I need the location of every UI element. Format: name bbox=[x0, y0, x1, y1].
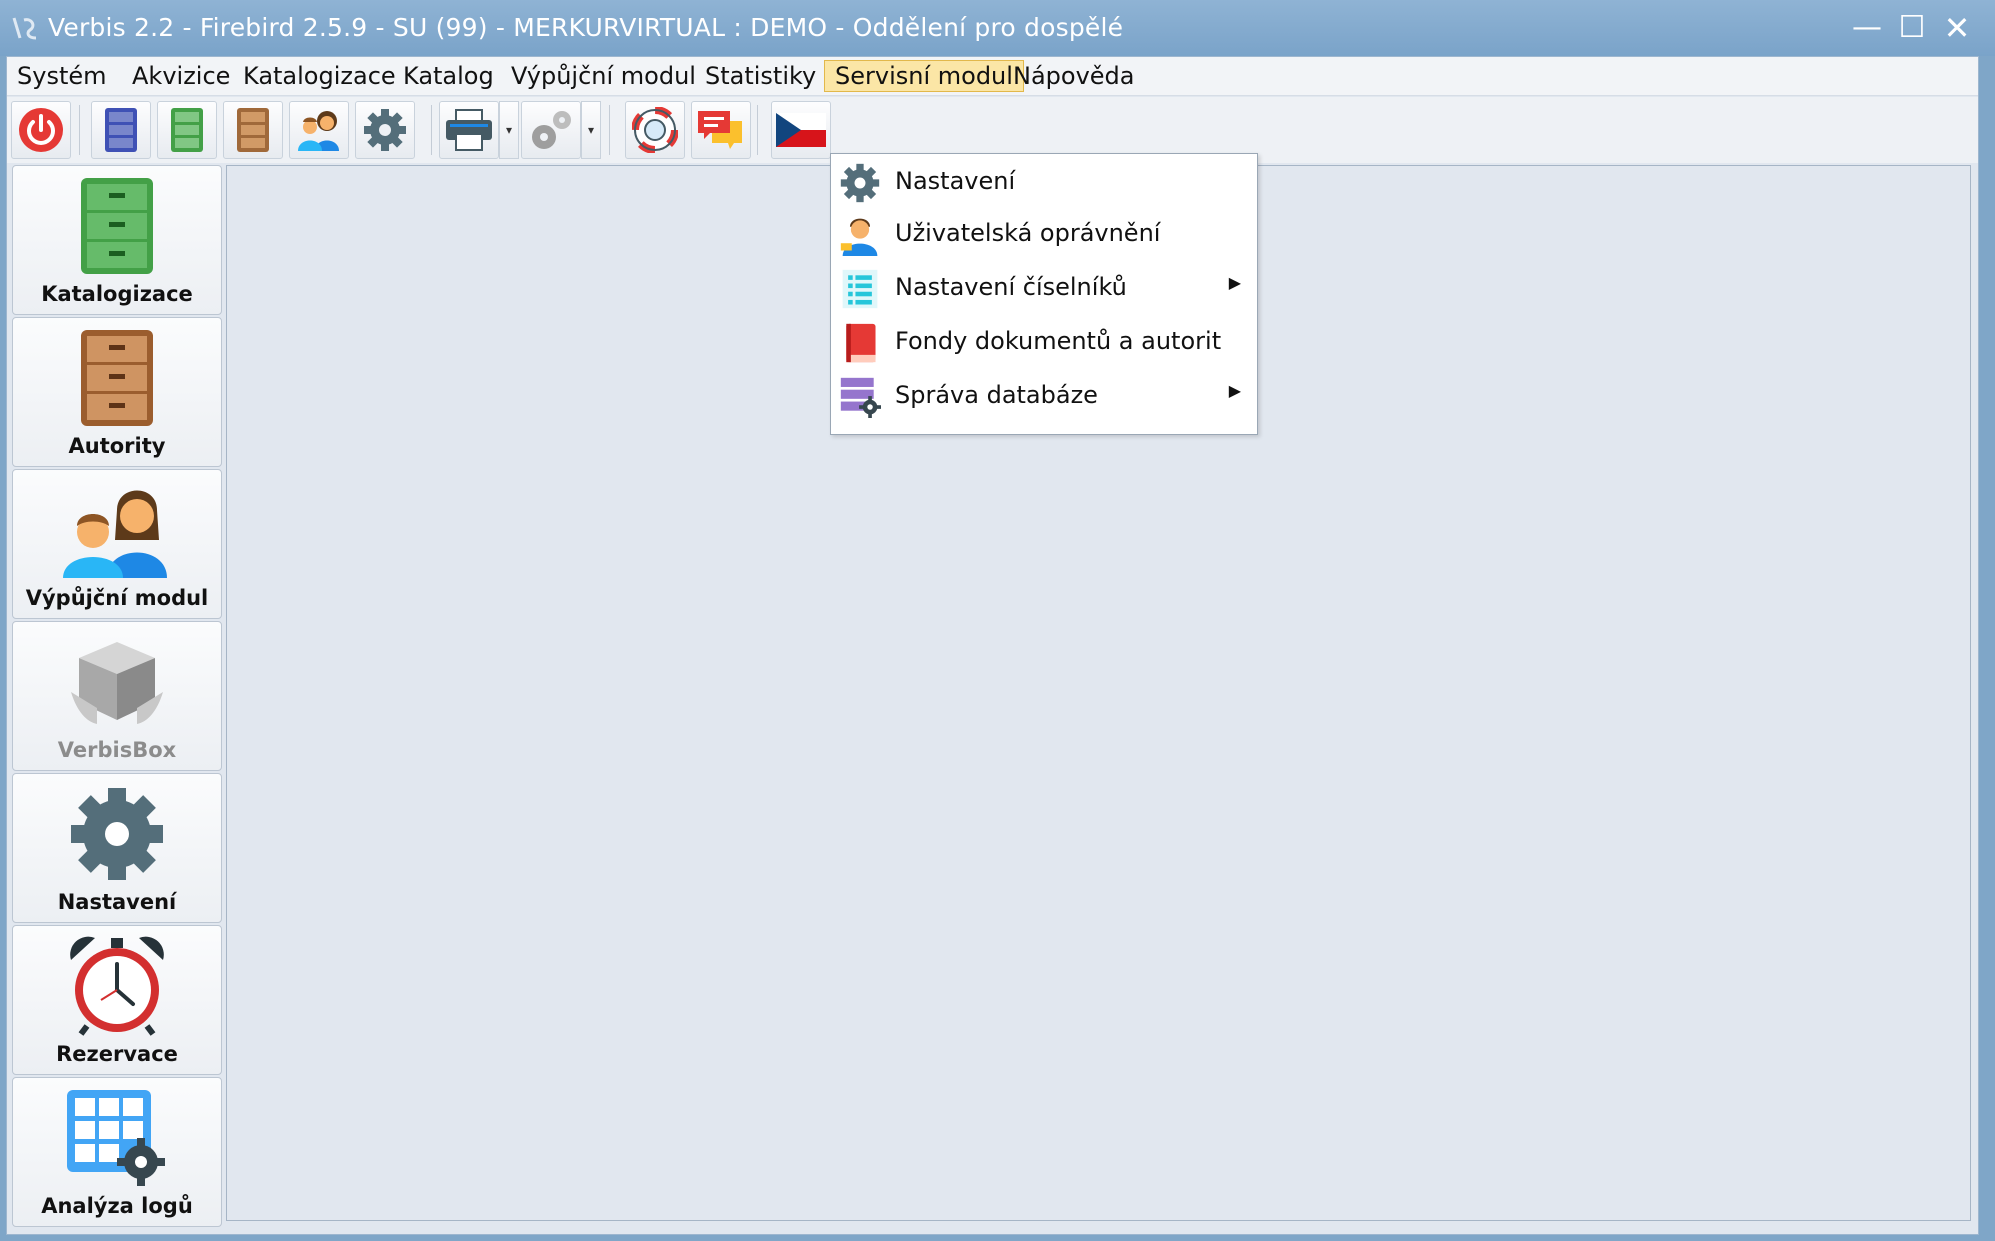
gear-icon bbox=[364, 109, 406, 151]
toolbar-separator bbox=[757, 105, 758, 155]
alarm-clock-icon bbox=[70, 936, 164, 1036]
nav-rezervace[interactable]: Rezervace bbox=[12, 925, 222, 1075]
nav-label: Autority bbox=[68, 434, 166, 458]
language-button[interactable] bbox=[771, 101, 831, 159]
nav-label: VerbisBox bbox=[57, 738, 177, 762]
menu-statistiky[interactable]: Statistiky bbox=[695, 61, 826, 91]
menu-katalogizace[interactable]: Katalogizace bbox=[233, 61, 406, 91]
menu-katalog[interactable]: Katalog bbox=[393, 61, 504, 91]
green-cabinet-button[interactable] bbox=[157, 101, 217, 159]
app-logo-icon bbox=[12, 17, 37, 40]
printer-icon bbox=[446, 109, 492, 151]
close-button[interactable]: ✕ bbox=[1937, 10, 1977, 46]
green-cabinet-icon bbox=[171, 108, 203, 152]
help-button[interactable] bbox=[625, 101, 685, 159]
list-icon bbox=[842, 269, 878, 309]
nav-vypujcni-modul[interactable]: Výpůjční modul bbox=[12, 469, 222, 619]
power-button[interactable] bbox=[11, 101, 71, 159]
settings-button[interactable] bbox=[355, 101, 415, 159]
menu-vypujcni-modul[interactable]: Výpůjční modul bbox=[501, 61, 706, 91]
dropdown-label: Správa databáze bbox=[895, 381, 1098, 409]
brown-cabinet-icon bbox=[81, 330, 153, 426]
brown-cabinet-icon bbox=[237, 108, 269, 152]
toolbar-separator bbox=[609, 105, 610, 155]
nav-autority[interactable]: Autority bbox=[12, 317, 222, 467]
nav-nastaveni[interactable]: Nastavení bbox=[12, 773, 222, 923]
menu-bar: Systém Akvizice Katalogizace Katalog Výp… bbox=[7, 57, 1978, 96]
dropdown-item-nastaveni[interactable]: Nastavení bbox=[831, 156, 1257, 208]
power-icon bbox=[19, 108, 63, 152]
nav-verbisbox[interactable]: VerbisBox bbox=[12, 621, 222, 771]
gear-icon bbox=[840, 163, 880, 203]
chat-button[interactable] bbox=[691, 101, 751, 159]
dropdown-label: Nastavení číselníků bbox=[895, 273, 1127, 301]
dropdown-item-uzivatelska-opravneni[interactable]: Uživatelská oprávnění bbox=[831, 208, 1257, 260]
submenu-arrow-icon: ▶ bbox=[1228, 381, 1241, 400]
blue-cabinet-button[interactable] bbox=[91, 101, 151, 159]
nav-label: Analýza logů bbox=[41, 1194, 193, 1218]
users-button[interactable] bbox=[289, 101, 349, 159]
nav-label: Katalogizace bbox=[41, 282, 193, 306]
nav-katalogizace[interactable]: Katalogizace bbox=[12, 165, 222, 315]
dropdown-item-fondy-dokumentu[interactable]: Fondy dokumentů a autorit bbox=[831, 316, 1257, 368]
toolbar-separator bbox=[431, 105, 432, 155]
dropdown-item-sprava-databaze[interactable]: Správa databáze ▶ bbox=[831, 370, 1257, 422]
maximize-button[interactable]: ☐ bbox=[1892, 10, 1932, 46]
menu-napoveda[interactable]: Nápověda bbox=[1003, 61, 1145, 91]
print-button[interactable] bbox=[439, 101, 499, 159]
tools-dropdown[interactable]: ▾ bbox=[581, 101, 601, 159]
dropdown-label: Fondy dokumentů a autorit bbox=[895, 327, 1222, 355]
nav-analyza-logu[interactable]: Analýza logů bbox=[12, 1077, 222, 1227]
chat-icon bbox=[698, 111, 742, 149]
blue-cabinet-icon bbox=[105, 108, 137, 152]
lifebuoy-icon bbox=[632, 107, 678, 153]
users-icon bbox=[63, 490, 167, 578]
database-gear-icon bbox=[840, 377, 881, 418]
nav-label: Nastavení bbox=[57, 890, 177, 914]
minimize-button[interactable]: — bbox=[1847, 10, 1887, 46]
box-icon bbox=[71, 642, 163, 724]
window-title: Verbis 2.2 - Firebird 2.5.9 - SU (99) - … bbox=[48, 13, 1124, 42]
grid-gear-icon bbox=[67, 1090, 165, 1186]
book-icon bbox=[846, 323, 876, 363]
title-bar[interactable]: Verbis 2.2 - Firebird 2.5.9 - SU (99) - … bbox=[0, 0, 1995, 56]
menu-servisni-modul[interactable]: Servisní modul bbox=[824, 60, 1024, 92]
gears-icon bbox=[532, 111, 571, 149]
green-cabinet-icon bbox=[81, 178, 153, 274]
dropdown-label: Nastavení bbox=[895, 167, 1016, 195]
menu-system[interactable]: Systém bbox=[7, 61, 117, 91]
brown-cabinet-button[interactable] bbox=[223, 101, 283, 159]
user-icon bbox=[840, 218, 878, 256]
client-area: Systém Akvizice Katalogizace Katalog Výp… bbox=[6, 56, 1979, 1235]
menu-akvizice[interactable]: Akvizice bbox=[122, 61, 240, 91]
users-icon bbox=[298, 111, 339, 151]
gear-icon bbox=[71, 788, 163, 880]
print-dropdown[interactable]: ▾ bbox=[499, 101, 519, 159]
nav-label: Výpůjční modul bbox=[25, 586, 209, 610]
toolbar-separator bbox=[79, 105, 80, 155]
submenu-arrow-icon: ▶ bbox=[1228, 273, 1241, 292]
dropdown-label: Uživatelská oprávnění bbox=[895, 219, 1161, 247]
dropdown-item-nastaveni-ciselniku[interactable]: Nastavení číselníků ▶ bbox=[831, 262, 1257, 314]
czech-flag-icon bbox=[776, 113, 826, 147]
servisni-modul-dropdown: Nastavení Uživatelská oprávnění Nastaven… bbox=[830, 153, 1258, 435]
tools-button[interactable] bbox=[521, 101, 581, 159]
nav-label: Rezervace bbox=[56, 1042, 178, 1066]
